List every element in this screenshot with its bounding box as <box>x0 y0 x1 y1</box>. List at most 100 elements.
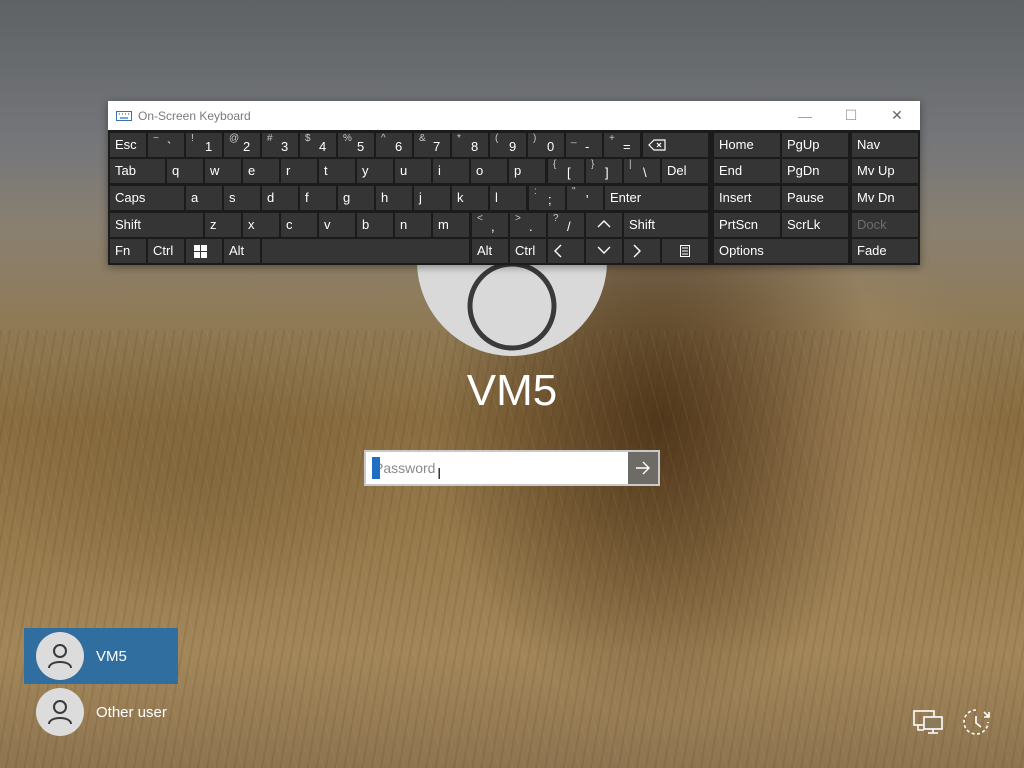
key-esc[interactable]: Esc <box>110 133 146 157</box>
key-letter[interactable]: m <box>433 213 469 237</box>
network-button[interactable] <box>910 704 946 740</box>
key-enter[interactable]: Enter <box>605 186 708 210</box>
arrow-right-icon <box>636 461 650 475</box>
key-shift-right[interactable]: Shift <box>624 213 708 237</box>
key-pgdn[interactable]: PgDn <box>782 159 848 183</box>
key-number-6[interactable]: ^ 6 <box>376 133 412 157</box>
key-alt-right[interactable]: Alt <box>472 239 508 263</box>
key-mv-dn[interactable]: Mv Dn <box>852 186 918 210</box>
key-number-5[interactable]: % 5 <box>338 133 374 157</box>
key-letter[interactable]: f <box>300 186 336 210</box>
key-letter[interactable]: y <box>357 159 393 183</box>
key-letter[interactable]: d <box>262 186 298 210</box>
key-number-4[interactable]: $4 <box>300 133 336 157</box>
key-label: 1 <box>205 139 213 154</box>
key-backspace[interactable] <box>643 133 708 157</box>
key-number-2[interactable]: @2 <box>224 133 260 157</box>
close-button[interactable]: ✕ <box>874 101 920 130</box>
osk-titlebar[interactable]: On-Screen Keyboard — ☐ ✕ <box>108 101 920 130</box>
key-ctrl-left[interactable]: Ctrl <box>148 239 184 263</box>
user-item-other[interactable]: Other user <box>24 684 178 740</box>
key-letter[interactable]: g <box>338 186 374 210</box>
key-label: ` <box>167 139 172 154</box>
accessibility-button[interactable] <box>958 704 994 740</box>
key-letter[interactable]: w <box>205 159 241 183</box>
key-letter[interactable]: p <box>509 159 545 183</box>
key-letter[interactable]: n <box>395 213 431 237</box>
key-shift-label: : <box>534 186 537 197</box>
key-letter[interactable]: r <box>281 159 317 183</box>
key-number-12[interactable]: + = <box>604 133 640 157</box>
key-options[interactable]: Options <box>714 239 848 263</box>
key-letter[interactable]: a <box>186 186 222 210</box>
key-symbol[interactable]: >. <box>510 213 546 237</box>
key-nav[interactable]: Nav <box>852 133 918 157</box>
key-symbol[interactable]: | \ <box>624 159 660 183</box>
key-alt-left[interactable]: Alt <box>224 239 260 263</box>
key-letter[interactable]: q <box>167 159 203 183</box>
key-end[interactable]: End <box>714 159 780 183</box>
key-number-3[interactable]: #3 <box>262 133 298 157</box>
key-tab[interactable]: Tab <box>110 159 165 183</box>
key-number-9[interactable]: (9 <box>490 133 526 157</box>
key-number-8[interactable]: * 8 <box>452 133 488 157</box>
key-number-11[interactable]: _ - <box>566 133 602 157</box>
key-letter[interactable]: b <box>357 213 393 237</box>
key-letter[interactable]: x <box>243 213 279 237</box>
key-context-menu[interactable] <box>662 239 708 263</box>
key-letter[interactable]: k <box>452 186 488 210</box>
password-input[interactable] <box>366 452 628 484</box>
key-letter[interactable]: l <box>490 186 526 210</box>
key-symbol[interactable]: <, <box>472 213 508 237</box>
key-fade[interactable]: Fade <box>852 239 918 263</box>
key-del[interactable]: Del <box>662 159 708 183</box>
key-pause[interactable]: Pause <box>782 186 848 210</box>
key-insert[interactable]: Insert <box>714 186 780 210</box>
key-letter[interactable]: z <box>205 213 241 237</box>
key-shift-label: ( <box>495 133 499 144</box>
key-symbol[interactable]: ? / <box>548 213 584 237</box>
key-scrlk[interactable]: ScrLk <box>782 213 848 237</box>
key-letter[interactable]: u <box>395 159 431 183</box>
key-letter[interactable]: o <box>471 159 507 183</box>
key-letter[interactable]: v <box>319 213 355 237</box>
key-number-1[interactable]: ! 1 <box>186 133 222 157</box>
key-number-7[interactable]: & 7 <box>414 133 450 157</box>
key-arrow-down[interactable] <box>586 239 622 263</box>
key-symbol[interactable]: " ' <box>567 186 603 210</box>
user-item-vm5[interactable]: VM5 <box>24 628 178 684</box>
key-space[interactable] <box>262 239 469 263</box>
key-mv-up[interactable]: Mv Up <box>852 159 918 183</box>
key-label: 7 <box>433 139 441 154</box>
key-arrow-right[interactable] <box>624 239 660 263</box>
key-prtscn[interactable]: PrtScn <box>714 213 780 237</box>
key-symbol[interactable]: }] <box>586 159 622 183</box>
key-windows[interactable] <box>186 239 222 263</box>
avatar <box>36 632 84 680</box>
key-arrow-left[interactable] <box>548 239 584 263</box>
key-home[interactable]: Home <box>714 133 780 157</box>
key-shift-left[interactable]: Shift <box>110 213 203 237</box>
key-letter[interactable]: s <box>224 186 260 210</box>
key-symbol[interactable]: :; <box>529 186 565 210</box>
windows-logo-icon <box>194 245 207 258</box>
key-letter[interactable]: e <box>243 159 279 183</box>
key-arrow-up[interactable] <box>586 213 622 237</box>
key-ctrl-right[interactable]: Ctrl <box>510 239 546 263</box>
key-number-10[interactable]: ) 0 <box>528 133 564 157</box>
key-letter[interactable]: t <box>319 159 355 183</box>
key-letter[interactable]: h <box>376 186 412 210</box>
context-menu-icon <box>680 245 690 257</box>
key-letter[interactable]: i <box>433 159 469 183</box>
key-number-0[interactable]: ~ ` <box>148 133 184 157</box>
maximize-button[interactable]: ☐ <box>828 101 874 130</box>
key-symbol[interactable]: {[ <box>548 159 584 183</box>
key-caps[interactable]: Caps <box>110 186 184 210</box>
submit-button[interactable] <box>628 452 658 484</box>
key-dock[interactable]: Dock <box>852 213 918 237</box>
key-letter[interactable]: c <box>281 213 317 237</box>
key-fn[interactable]: Fn <box>110 239 146 263</box>
key-pgup[interactable]: PgUp <box>782 133 848 157</box>
minimize-button[interactable]: — <box>782 101 828 130</box>
key-letter[interactable]: j <box>414 186 450 210</box>
